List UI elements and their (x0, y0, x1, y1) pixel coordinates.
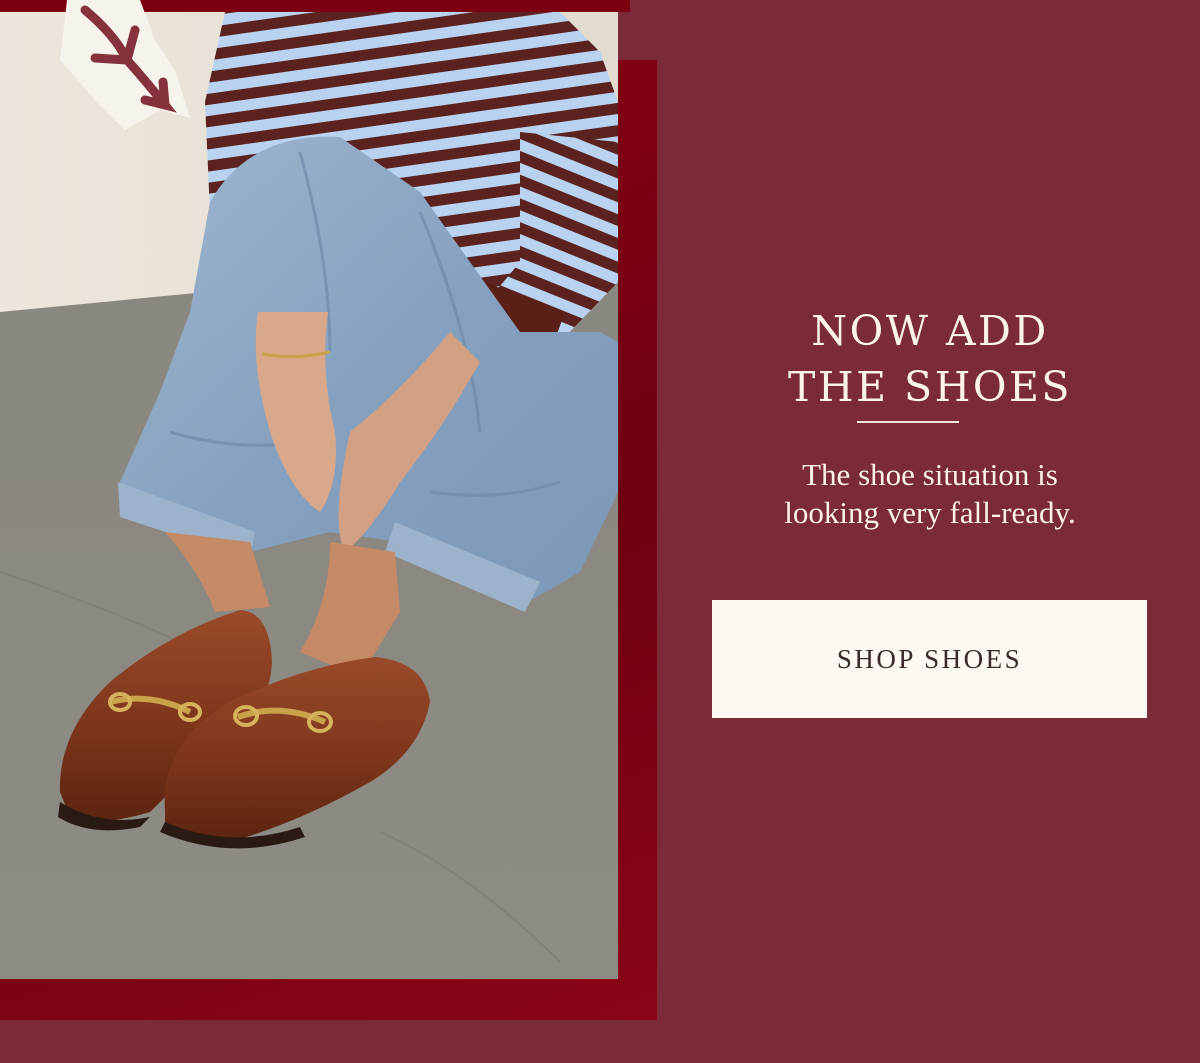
headline-divider (857, 421, 959, 423)
subcopy-line-1: The shoe situation is (802, 457, 1058, 492)
headline: NOW ADD THE SHOES (760, 303, 1100, 415)
shop-shoes-button[interactable]: SHOP SHOES (712, 600, 1147, 718)
model-wearing-loafers-photo[interactable] (0, 12, 618, 979)
subcopy-line-2: looking very fall-ready. (784, 495, 1076, 530)
headline-line-1: NOW ADD (811, 307, 1049, 356)
arrow-down-icon (55, 0, 195, 135)
headline-line-2: THE SHOES (787, 363, 1073, 412)
email-hero-section: NOW ADD THE SHOES The shoe situation is … (0, 0, 1200, 1063)
subcopy: The shoe situation is looking very fall-… (740, 456, 1120, 532)
